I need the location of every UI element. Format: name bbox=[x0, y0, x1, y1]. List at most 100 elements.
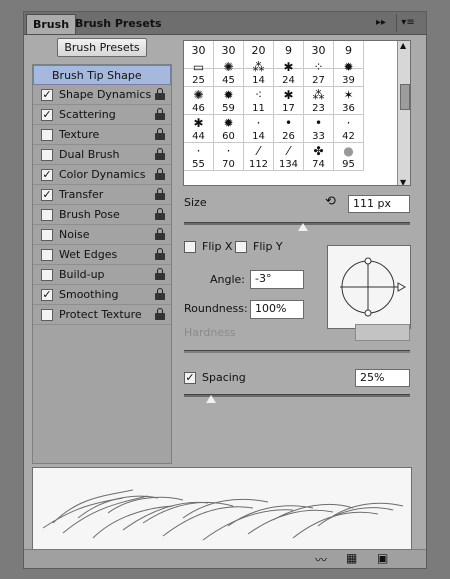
lock-icon[interactable] bbox=[155, 108, 165, 120]
brush-preset-cell[interactable]: · 14 bbox=[244, 115, 274, 143]
section-wet-edges[interactable]: Wet Edges bbox=[33, 245, 171, 265]
lock-icon[interactable] bbox=[155, 208, 165, 220]
texture-checkbox[interactable] bbox=[41, 129, 53, 141]
double-arrow-right-icon[interactable]: ▸▸ bbox=[376, 14, 386, 32]
brush-angle-dial[interactable] bbox=[327, 245, 411, 329]
brush-preset-cell[interactable]: ⁂ 23 bbox=[304, 87, 334, 115]
brush-grid-icon[interactable]: ▦ bbox=[346, 551, 357, 565]
section-shape-dynamics[interactable]: ✓ Shape Dynamics bbox=[33, 85, 171, 105]
brush-preset-grid: 30 30 20 9 30 9 ▭ 25 ✺ 45 ⁂ 14 ✱ 24 ⁘ 27 ✹ 39 … bbox=[183, 40, 411, 186]
brush-preset-cell[interactable]: ✤ 74 bbox=[304, 143, 334, 171]
brush-preset-cell[interactable]: ● 95 bbox=[334, 143, 364, 171]
brush-preset-cell[interactable]: • 26 bbox=[274, 115, 304, 143]
section-smoothing[interactable]: ✓ Smoothing bbox=[33, 285, 171, 305]
section-transfer[interactable]: ✓ Transfer bbox=[33, 185, 171, 205]
roundness-input[interactable]: 100% bbox=[250, 300, 304, 319]
smoothing-checkbox[interactable]: ✓ bbox=[41, 289, 53, 301]
section-label: Brush Pose bbox=[59, 208, 120, 221]
brush-preset-cell[interactable]: ✹ 39 bbox=[334, 59, 364, 87]
protect-texture-checkbox[interactable] bbox=[41, 309, 53, 321]
brush-tip-icon: ✺ bbox=[223, 60, 234, 74]
scrollbar-thumb[interactable] bbox=[400, 84, 410, 110]
brush-preset-cell[interactable]: ✺ 45 bbox=[214, 59, 244, 87]
brush-preset-cell[interactable]: · 55 bbox=[184, 143, 214, 171]
flip-x-checkbox[interactable] bbox=[184, 241, 196, 253]
brush-preset-cell[interactable]: ✱ 17 bbox=[274, 87, 304, 115]
preset-scrollbar[interactable]: ▲ ▼ bbox=[397, 41, 410, 185]
brush-preset-cell[interactable]: ⁖ 11 bbox=[244, 87, 274, 115]
brush-preset-cell[interactable]: · 70 bbox=[214, 143, 244, 171]
shape-dynamics-checkbox[interactable]: ✓ bbox=[41, 89, 53, 101]
brush-settings-list: Brush Tip Shape ✓ Shape Dynamics ✓ Scatt… bbox=[32, 64, 172, 464]
brush-preset-cell[interactable]: ✶ 36 bbox=[334, 87, 364, 115]
lock-icon[interactable] bbox=[155, 148, 165, 160]
size-slider-thumb[interactable] bbox=[298, 223, 308, 231]
wet-edges-checkbox[interactable] bbox=[41, 249, 53, 261]
build-up-checkbox[interactable] bbox=[41, 269, 53, 281]
lock-icon[interactable] bbox=[155, 88, 165, 100]
brush-preset-cell[interactable]: • 33 bbox=[304, 115, 334, 143]
section-scattering[interactable]: ✓ Scattering bbox=[33, 105, 171, 125]
hardness-slider-track bbox=[184, 350, 410, 353]
brush-preset-cell[interactable]: ⁘ 27 bbox=[304, 59, 334, 87]
toggle-brush-preview-icon[interactable]: 〰 bbox=[315, 551, 327, 568]
new-preset-icon[interactable]: ▣ bbox=[377, 551, 388, 565]
size-slider-track[interactable] bbox=[184, 222, 410, 225]
brush-tip-icon: ⁄ bbox=[287, 144, 290, 158]
lock-icon[interactable] bbox=[155, 168, 165, 180]
dual-brush-checkbox[interactable] bbox=[41, 149, 53, 161]
section-brush-tip-shape[interactable]: Brush Tip Shape bbox=[33, 65, 171, 85]
section-protect-texture[interactable]: Protect Texture bbox=[33, 305, 171, 325]
brush-preset-cell[interactable]: ⁄ 134 bbox=[274, 143, 304, 171]
brush-preset-cell[interactable]: ✺ 46 bbox=[184, 87, 214, 115]
section-build-up[interactable]: Build-up bbox=[33, 265, 171, 285]
lock-icon[interactable] bbox=[155, 188, 165, 200]
lock-icon[interactable] bbox=[155, 308, 165, 320]
brush-tip-icon: ⁂ bbox=[312, 88, 325, 102]
lock-icon[interactable] bbox=[155, 248, 165, 260]
brush-tip-icon: ⁘ bbox=[313, 60, 324, 74]
section-dual-brush[interactable]: Dual Brush bbox=[33, 145, 171, 165]
spacing-slider-track[interactable] bbox=[184, 394, 410, 397]
brush-preset-cell[interactable]: ✹ 59 bbox=[214, 87, 244, 115]
section-color-dynamics[interactable]: ✓ Color Dynamics bbox=[33, 165, 171, 185]
flip-y-checkbox[interactable] bbox=[235, 241, 247, 253]
reset-arrow-icon[interactable]: ⟲ bbox=[325, 194, 336, 209]
stroke-preview-image bbox=[42, 489, 404, 541]
scattering-checkbox[interactable]: ✓ bbox=[41, 109, 53, 121]
transfer-checkbox[interactable]: ✓ bbox=[41, 189, 53, 201]
size-input[interactable]: 111 px bbox=[348, 195, 410, 213]
lock-icon[interactable] bbox=[155, 228, 165, 240]
brush-tip-icon: · bbox=[346, 116, 351, 130]
brush-tip-icon: • bbox=[284, 116, 293, 130]
spacing-input[interactable]: 25% bbox=[355, 369, 410, 387]
brush-preset-cell[interactable]: ▭ 25 bbox=[184, 59, 214, 87]
brush-preset-cell[interactable]: ⁂ 14 bbox=[244, 59, 274, 87]
lock-icon[interactable] bbox=[155, 288, 165, 300]
brush-preset-cell[interactable]: · 42 bbox=[334, 115, 364, 143]
color-dynamics-checkbox[interactable]: ✓ bbox=[41, 169, 53, 181]
section-texture[interactable]: Texture bbox=[33, 125, 171, 145]
lock-icon[interactable] bbox=[155, 128, 165, 140]
panel-menu-icon[interactable]: ▾≡ bbox=[396, 14, 419, 32]
spacing-checkbox[interactable]: ✓ bbox=[184, 372, 196, 384]
scroll-down-icon[interactable]: ▼ bbox=[400, 178, 406, 185]
tab-brush-presets[interactable]: Brush Presets bbox=[69, 14, 168, 33]
spacing-label: Spacing bbox=[202, 371, 246, 384]
spacing-slider-thumb[interactable] bbox=[206, 395, 216, 403]
brush-pose-checkbox[interactable] bbox=[41, 209, 53, 221]
section-label: Noise bbox=[59, 228, 90, 241]
brush-preset-cell[interactable]: ⁄ 112 bbox=[244, 143, 274, 171]
angle-input[interactable]: -3° bbox=[250, 270, 304, 289]
brush-preset-cell[interactable]: ✱ 24 bbox=[274, 59, 304, 87]
section-brush-pose[interactable]: Brush Pose bbox=[33, 205, 171, 225]
section-noise[interactable]: Noise bbox=[33, 225, 171, 245]
brush-presets-button[interactable]: Brush Presets bbox=[57, 38, 147, 57]
flip-y-label: Flip Y bbox=[253, 240, 283, 253]
scroll-up-icon[interactable]: ▲ bbox=[400, 41, 406, 50]
brush-preset-cell[interactable]: ✹ 60 bbox=[214, 115, 244, 143]
brush-preset-cell[interactable]: ✱ 44 bbox=[184, 115, 214, 143]
angle-label: Angle: bbox=[210, 273, 246, 286]
lock-icon[interactable] bbox=[155, 268, 165, 280]
noise-checkbox[interactable] bbox=[41, 229, 53, 241]
